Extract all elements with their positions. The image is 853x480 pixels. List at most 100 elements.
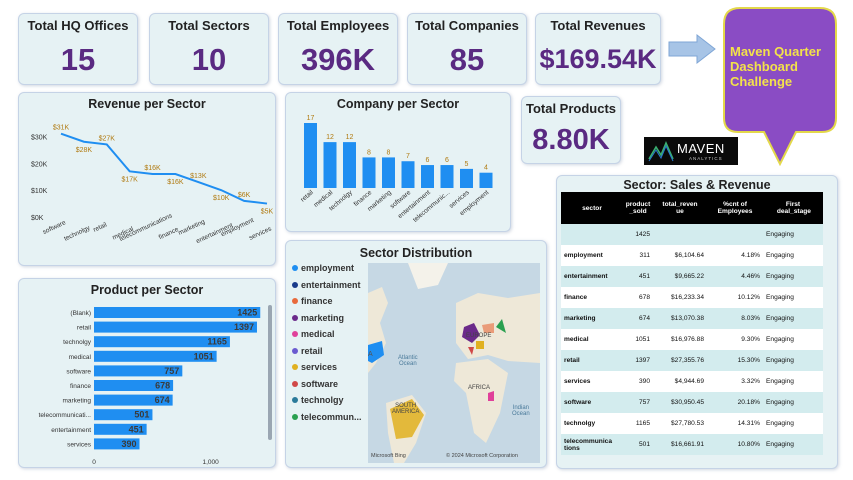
table-cell: Engaging (763, 413, 823, 434)
table-row[interactable]: retail 1397 $27,355.76 15.30% Engaging (561, 350, 823, 371)
table-cell: telecommunica tions (561, 434, 623, 455)
data-label: 1397 (234, 322, 254, 332)
table-cell (653, 224, 707, 245)
legend-label: employment (301, 263, 355, 273)
table-cell: 311 (623, 245, 653, 266)
world-map[interactable]: A EUROPE Atlantic Ocean AFRICA SOUTH AME… (368, 263, 540, 463)
legend-label: telecommun... (301, 411, 362, 422)
data-label: $5K (261, 209, 274, 216)
map-label-africa: AFRICA (468, 385, 491, 391)
panel-title: Sector: Sales & Revenue (623, 178, 771, 192)
legend-item[interactable]: marketing (292, 313, 344, 323)
table-cell: 3.32% (707, 371, 763, 392)
legend-item[interactable]: services (292, 362, 337, 372)
legend-item[interactable]: technolgy (292, 395, 344, 405)
legend-dot-icon (292, 413, 298, 420)
legend-dot-icon (292, 298, 298, 304)
arrow-right-icon (668, 33, 716, 65)
map-label-north-america: A (368, 351, 373, 358)
kpi-label: Total Employees (286, 18, 390, 33)
data-label: $27K (99, 135, 116, 142)
y-tick-label: marketing (62, 398, 91, 405)
table-cell: $30,950.45 (653, 392, 707, 413)
table-cell: Engaging (763, 308, 823, 329)
x-tick-label: marketing (177, 218, 206, 237)
table-row[interactable]: technolgy 1165 $27,780.53 14.31% Engaging (561, 413, 823, 434)
scrollbar[interactable] (268, 305, 272, 440)
table-row[interactable]: 1425 Engaging (561, 224, 823, 245)
table-cell: $16,976.88 (653, 329, 707, 350)
sector-distribution-panel: Sector Distribution employment entertainm… (285, 240, 547, 468)
legend-item[interactable]: medical (292, 329, 335, 339)
kpi-value: 396K (300, 42, 376, 77)
dashboard-title-badge: Maven Quarter Dashboard Challenge (722, 6, 838, 166)
table-cell: $16,661.91 (653, 434, 707, 455)
table-row[interactable]: services 390 $4,944.69 3.32% Engaging (561, 371, 823, 392)
bar (479, 172, 493, 188)
legend-item[interactable]: employment (292, 263, 354, 273)
y-tick-label: software (66, 368, 91, 375)
bar (421, 165, 434, 188)
table-cell: 451 (623, 266, 653, 287)
bar (94, 321, 257, 333)
x-tick-label: 0 (92, 459, 96, 466)
column-header[interactable]: %cnt of Employees (707, 192, 763, 224)
column-header[interactable]: product _sold (623, 192, 653, 224)
y-tick-label: $30K (31, 134, 48, 141)
x-tick-label: 1,000 (203, 459, 220, 466)
legend-label: marketing (301, 312, 345, 323)
legend-label: entertainment (301, 279, 361, 290)
data-label: 1051 (194, 351, 214, 361)
maven-analytics-logo: MAVEN ANALYTICS (644, 137, 738, 165)
table-cell: employment (561, 245, 623, 266)
legend-item[interactable]: entertainment (292, 280, 361, 290)
table-cell: 757 (623, 392, 653, 413)
table-row[interactable]: telecommunica tions 501 $16,661.91 10.80% En… (561, 434, 823, 455)
kpi-hq-offices: Total HQ Offices 15 (18, 13, 138, 85)
bar (323, 142, 337, 188)
column-header[interactable]: total_reven ue (653, 192, 707, 224)
data-label: 7 (406, 153, 410, 160)
column-header[interactable]: First deal_stage (763, 192, 823, 224)
y-tick-label: services (67, 441, 92, 448)
bar (343, 142, 356, 188)
data-label: 6 (445, 157, 449, 164)
column-header[interactable]: sector (561, 192, 623, 224)
legend-item[interactable]: telecommun... (292, 412, 362, 422)
table-cell: 1051 (623, 329, 653, 350)
map-label-south-america: SOUTH AMERICA (392, 403, 420, 415)
table-cell: $9,665.22 (653, 266, 707, 287)
table-row[interactable]: medical 1051 $16,976.88 9.30% Engaging (561, 329, 823, 350)
legend-label: finance (301, 296, 333, 306)
data-label: $16K (167, 179, 184, 186)
table-row[interactable]: software 757 $30,950.45 20.18% Engaging (561, 392, 823, 413)
legend-label: medical (301, 329, 335, 339)
x-tick-label: telecommunic... (412, 189, 452, 224)
revenue-per-sector-panel: Revenue per Sector $0K $10K $20K $30K $31K $2… (18, 92, 276, 266)
sales-revenue-panel: Sector: Sales & Revenue sector product _s… (556, 175, 838, 469)
legend-dot-icon (292, 314, 298, 321)
table-row[interactable]: marketing 674 $13,070.38 8.03% Engaging (561, 308, 823, 329)
y-tick-label: entertainment (51, 427, 91, 434)
table-cell: 9.30% (707, 329, 763, 350)
kpi-revenues: Total Revenues $169.54K (535, 13, 661, 85)
legend-item[interactable]: finance (292, 296, 333, 306)
bar (440, 165, 454, 188)
table-row[interactable]: entertainment 451 $9,665.22 4.46% Engaging (561, 266, 823, 287)
data-label: 4 (484, 165, 488, 172)
table-cell: $13,070.38 (653, 308, 707, 329)
table-row[interactable]: employment 311 $6,104.64 4.18% Engaging (561, 245, 823, 266)
data-label: $13K (190, 173, 207, 180)
kpi-value: 10 (191, 42, 227, 77)
table-cell: Engaging (763, 371, 823, 392)
table-cell: $27,780.53 (653, 413, 707, 434)
table-row[interactable]: finance 678 $16,233.34 10.12% Engaging (561, 287, 823, 308)
data-label: 8 (387, 149, 391, 156)
legend-item[interactable]: retail (292, 346, 323, 356)
table-cell: 1165 (623, 413, 653, 434)
legend-item[interactable]: software (292, 379, 338, 389)
table-cell: medical (561, 329, 623, 350)
table-cell: marketing (561, 308, 623, 329)
table-cell: $6,104.64 (653, 245, 707, 266)
logo-text: MAVEN (677, 141, 725, 156)
